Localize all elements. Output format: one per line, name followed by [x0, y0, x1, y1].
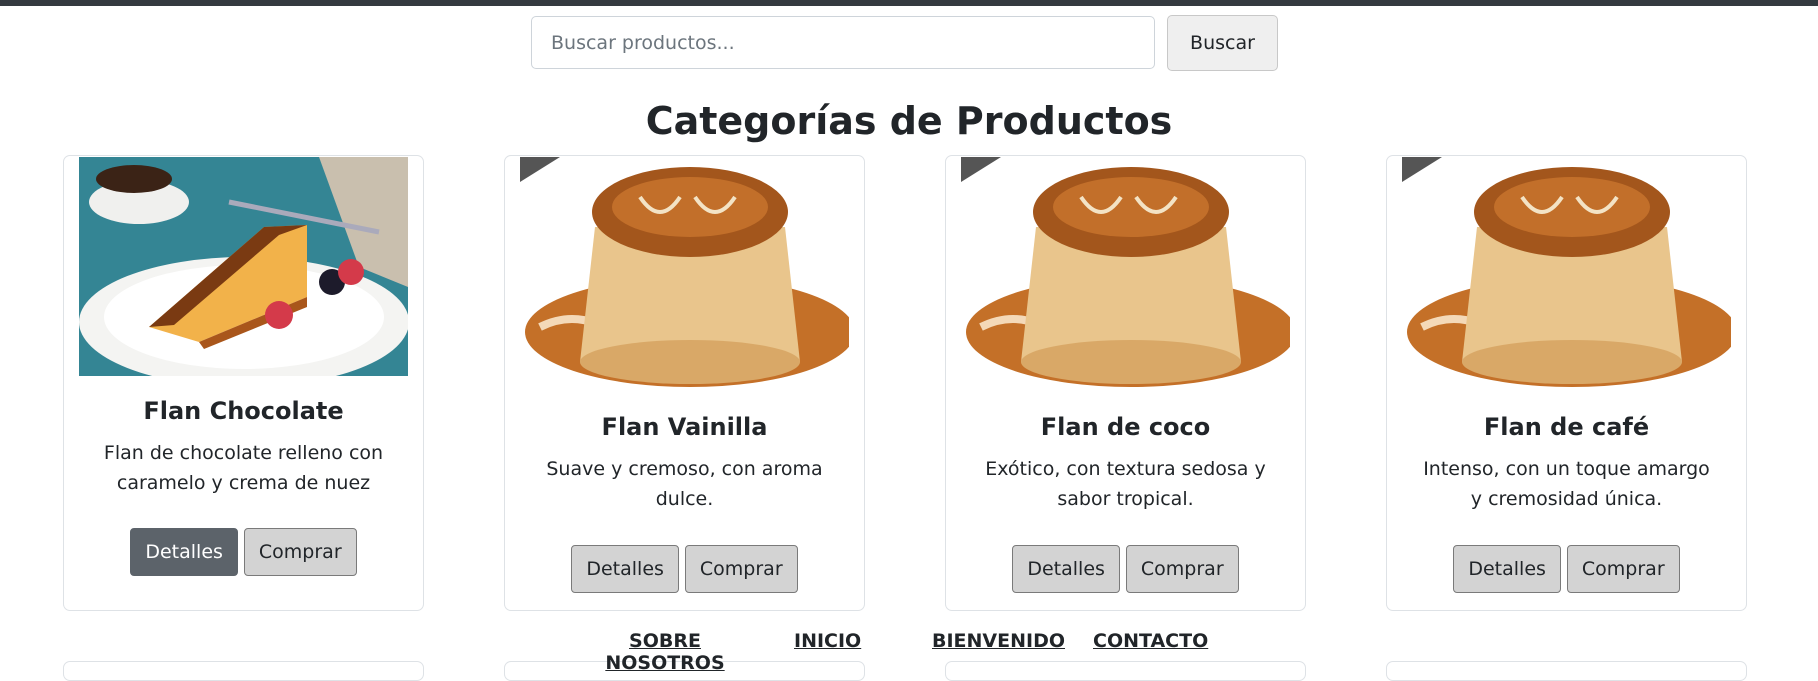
details-button[interactable]: Detalles [571, 545, 679, 593]
product-image[interactable] [961, 157, 1290, 392]
product-title: Flan Chocolate [143, 397, 344, 425]
nav-link-contact[interactable]: CONTACTO [1093, 630, 1208, 652]
buy-button[interactable]: Comprar [243, 528, 357, 576]
nav-link-about[interactable]: SOBRE NOSOTROS [605, 630, 725, 674]
page-title: Categorías de Productos [645, 99, 1173, 143]
product-image[interactable] [79, 157, 408, 376]
search-button[interactable]: Buscar [1167, 15, 1278, 71]
product-image[interactable] [520, 157, 849, 392]
buy-button[interactable]: Comprar [684, 545, 798, 593]
product-image[interactable] [1402, 157, 1731, 392]
product-card: Flan Vainilla Suave y cremoso, con aroma… [504, 155, 865, 611]
product-description: Exótico, con textura sedosa y sabor trop… [985, 458, 1266, 510]
product-title: Flan Vainilla [601, 413, 768, 441]
nav-link-home[interactable]: INICIO [794, 630, 861, 652]
nav-link-welcome[interactable]: BIENVENIDO [932, 630, 1065, 652]
footer-nav: SOBRE NOSOTROS INICIO BIENVENIDO CONTACT… [0, 630, 1818, 674]
product-description: Flan de chocolate relleno con caramelo y… [103, 442, 384, 494]
details-button[interactable]: Detalles [1012, 545, 1120, 593]
product-description: Suave y cremoso, con aroma dulce. [546, 458, 823, 510]
product-title: Flan de café [1483, 413, 1650, 441]
product-description: Intenso, con un toque amargo y cremosida… [1423, 458, 1710, 510]
details-button[interactable]: Detalles [1453, 545, 1561, 593]
details-button[interactable]: Detalles [130, 528, 238, 576]
search-input[interactable] [531, 16, 1155, 69]
product-card: Flan de café Intenso, con un toque amarg… [1386, 155, 1747, 611]
product-title: Flan de coco [1040, 413, 1211, 441]
buy-button[interactable]: Comprar [1566, 545, 1680, 593]
top-bar [0, 0, 1818, 6]
buy-button[interactable]: Comprar [1125, 545, 1239, 593]
product-card: Flan Chocolate Flan de chocolate relleno… [63, 155, 424, 611]
product-card: Flan de coco Exótico, con textura sedosa… [945, 155, 1306, 611]
